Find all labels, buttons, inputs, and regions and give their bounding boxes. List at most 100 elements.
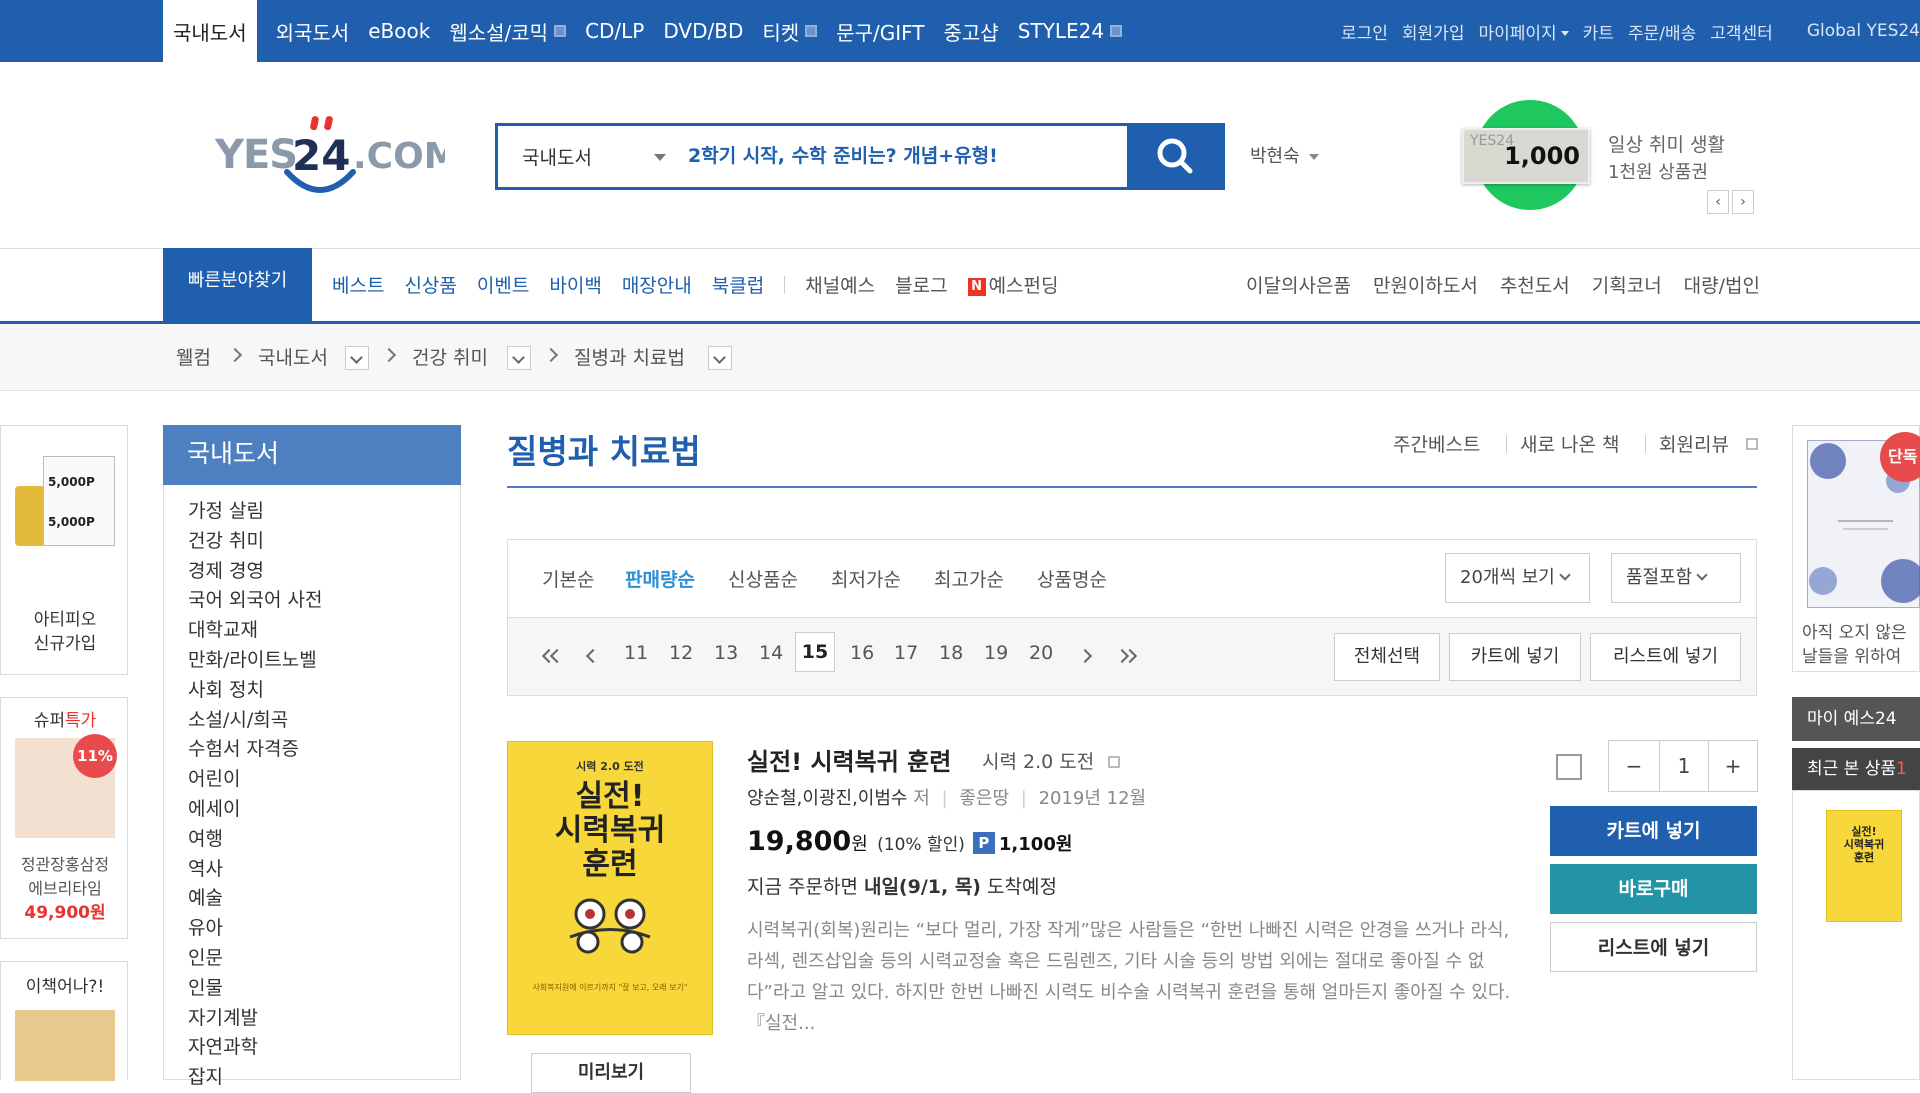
nav-gifts[interactable]: 이달의사은품 bbox=[1246, 271, 1351, 298]
banner-line2[interactable]: 1천원 상품권 bbox=[1608, 158, 1708, 184]
topnav-cdlp[interactable]: CD/LP bbox=[585, 19, 644, 43]
my-yes24-button[interactable]: 마이 예스24 bbox=[1792, 697, 1920, 741]
sidebar-item[interactable]: 인물 bbox=[188, 973, 223, 1000]
nav-bookclub[interactable]: 북클럽 bbox=[712, 271, 764, 298]
breadcrumb-level3[interactable]: 질병과 치료법 bbox=[574, 343, 685, 370]
right-promo-text1[interactable]: 아직 오지 않은 bbox=[1802, 618, 1907, 643]
page-16[interactable]: 16 bbox=[850, 642, 874, 664]
mypage-link[interactable]: 마이페이지 bbox=[1478, 19, 1569, 44]
nav-buyback[interactable]: 바이백 bbox=[549, 271, 601, 298]
sort-newest[interactable]: 신상품순 bbox=[728, 565, 798, 592]
sidebar-item[interactable]: 사회 정치 bbox=[188, 675, 264, 702]
yes24-logo[interactable]: YES 24 .COM bbox=[214, 110, 460, 205]
page-current[interactable]: 15 bbox=[795, 632, 835, 672]
buy-now-button[interactable]: 바로구매 bbox=[1550, 864, 1757, 914]
qty-increase-button[interactable]: + bbox=[1708, 740, 1758, 792]
promo-super-deal[interactable]: 슈퍼특가 11% 정관장홍삼정 에브리타임 49,900원 bbox=[0, 697, 128, 939]
breadcrumb-level3-dropdown[interactable] bbox=[708, 346, 732, 370]
nav-bulk[interactable]: 대량/법인 bbox=[1684, 271, 1760, 298]
banner-prev-button[interactable]: ‹ bbox=[1707, 190, 1729, 214]
sort-name[interactable]: 상품명순 bbox=[1037, 565, 1107, 592]
recent-book-thumbnail[interactable]: 실전! 시력복귀 훈련 bbox=[1826, 810, 1902, 922]
chevron-down-icon[interactable] bbox=[654, 154, 666, 161]
user-name-dropdown[interactable]: 박현숙 bbox=[1250, 142, 1320, 168]
qty-input[interactable]: 1 bbox=[1659, 740, 1709, 792]
sidebar-item[interactable]: 건강 취미 bbox=[188, 526, 264, 553]
global-link[interactable]: Global YES24 bbox=[1807, 21, 1920, 41]
page-11[interactable]: 11 bbox=[624, 642, 648, 664]
sidebar-item[interactable]: 유아 bbox=[188, 913, 223, 940]
sidebar-item[interactable]: 만화/라이트노벨 bbox=[188, 645, 317, 672]
external-link-icon[interactable] bbox=[1108, 756, 1121, 768]
search-input[interactable] bbox=[688, 138, 1088, 174]
sidebar-item[interactable]: 역사 bbox=[188, 854, 223, 881]
signup-link[interactable]: 회원가입 bbox=[1402, 19, 1465, 44]
sidebar-item[interactable]: 대학교재 bbox=[188, 615, 258, 642]
product-authors[interactable]: 양순철,이광진,이범수 bbox=[747, 788, 907, 809]
sidebar-title[interactable]: 국내도서 bbox=[163, 425, 461, 485]
nav-channel-yes[interactable]: 채널예스 bbox=[805, 271, 875, 298]
per-page-select[interactable]: 20개씩 보기 bbox=[1445, 553, 1590, 603]
breadcrumb-level2[interactable]: 건강 취미 bbox=[412, 343, 488, 370]
product-publisher[interactable]: 좋은땅 bbox=[959, 788, 1009, 809]
preview-button[interactable]: 미리보기 bbox=[531, 1053, 691, 1093]
nav-blog[interactable]: 블로그 bbox=[895, 271, 947, 298]
quick-category-button[interactable]: 빠른분야찾기 bbox=[163, 248, 312, 324]
book-cover-image[interactable]: 시력 2.0 도전 실전! 시력복귀 훈련 사회복지원에 이르기까지 "잘 보고… bbox=[507, 741, 713, 1035]
product-description[interactable]: 시력복귀(회복)원리는 “보다 멀리, 가장 작게”많은 사람들은 “한번 나빠… bbox=[747, 915, 1522, 1039]
page-18[interactable]: 18 bbox=[939, 642, 963, 664]
sort-default[interactable]: 기본순 bbox=[542, 565, 594, 592]
sidebar-item[interactable]: 여행 bbox=[188, 824, 223, 851]
sidebar-item[interactable]: 경제 경영 bbox=[188, 556, 264, 583]
order-link[interactable]: 주문/배송 bbox=[1628, 19, 1696, 44]
breadcrumb-level1[interactable]: 국내도서 bbox=[258, 343, 328, 370]
recent-items-header[interactable]: 최근 본 상품1 bbox=[1792, 748, 1920, 790]
new-books-link[interactable]: 새로 나온 책 bbox=[1520, 430, 1619, 457]
add-to-cart-button[interactable]: 카트에 넣기 bbox=[1449, 633, 1581, 681]
sidebar-item[interactable]: 자기계발 bbox=[188, 1003, 258, 1030]
search-button[interactable] bbox=[1127, 123, 1225, 190]
breadcrumb-level2-dropdown[interactable] bbox=[507, 346, 531, 370]
sidebar-item[interactable]: 어린이 bbox=[188, 764, 240, 791]
page-12[interactable]: 12 bbox=[669, 642, 693, 664]
sidebar-item[interactable]: 국어 외국어 사전 bbox=[188, 585, 322, 612]
page-20[interactable]: 20 bbox=[1029, 642, 1053, 664]
nav-event[interactable]: 이벤트 bbox=[477, 271, 529, 298]
page-13[interactable]: 13 bbox=[714, 642, 738, 664]
sidebar-item[interactable]: 소설/시/희곡 bbox=[188, 705, 288, 732]
qty-decrease-button[interactable]: − bbox=[1608, 740, 1660, 792]
stock-filter-select[interactable]: 품절포함 bbox=[1611, 553, 1741, 603]
right-promo-text2[interactable]: 날들을 위하여 bbox=[1802, 642, 1901, 667]
cart-link[interactable]: 카트 bbox=[1583, 19, 1614, 44]
topnav-ticket[interactable]: 티켓 bbox=[762, 17, 818, 46]
product-list-button[interactable]: 리스트에 넣기 bbox=[1550, 922, 1757, 972]
topnav-webnovel[interactable]: 웹소설/코믹 bbox=[449, 17, 567, 46]
member-review-link[interactable]: 회원리뷰 bbox=[1659, 430, 1729, 457]
add-to-list-button[interactable]: 리스트에 넣기 bbox=[1590, 633, 1741, 681]
login-link[interactable]: 로그인 bbox=[1341, 19, 1388, 44]
support-link[interactable]: 고객센터 bbox=[1710, 19, 1773, 44]
weekly-best-link[interactable]: 주간베스트 bbox=[1393, 430, 1480, 457]
breadcrumb-level1-dropdown[interactable] bbox=[345, 346, 369, 370]
sidebar-item[interactable]: 자연과학 bbox=[188, 1032, 258, 1059]
topnav-domestic[interactable]: 국내도서 bbox=[163, 0, 257, 62]
sidebar-item[interactable]: 가정 살림 bbox=[188, 496, 264, 523]
sidebar-item[interactable]: 에세이 bbox=[188, 794, 240, 821]
product-cart-button[interactable]: 카트에 넣기 bbox=[1550, 806, 1757, 856]
promo-signup[interactable]: 5,000P 5,000P 아티피오 신규가입 bbox=[0, 425, 128, 675]
nav-store[interactable]: 매장안내 bbox=[622, 271, 692, 298]
topnav-style24[interactable]: STYLE24 bbox=[1018, 19, 1123, 43]
sort-lowest-price[interactable]: 최저가순 bbox=[831, 565, 901, 592]
topnav-ebook[interactable]: eBook bbox=[368, 19, 430, 43]
banner-line1[interactable]: 일상 취미 생활 bbox=[1608, 130, 1725, 157]
breadcrumb-home[interactable]: 웰컴 bbox=[176, 343, 211, 370]
sidebar-item[interactable]: 예술 bbox=[188, 883, 223, 910]
sort-highest-price[interactable]: 최고가순 bbox=[934, 565, 1004, 592]
nav-best[interactable]: 베스트 bbox=[332, 271, 384, 298]
topnav-foreign[interactable]: 외국도서 bbox=[276, 17, 350, 46]
page-19[interactable]: 19 bbox=[984, 642, 1008, 664]
product-select-checkbox[interactable] bbox=[1556, 754, 1582, 780]
nav-funding[interactable]: N 예스펀딩 bbox=[967, 271, 1058, 298]
topnav-dvdbd[interactable]: DVD/BD bbox=[663, 19, 743, 43]
sidebar-item[interactable]: 잡지 bbox=[188, 1062, 223, 1089]
